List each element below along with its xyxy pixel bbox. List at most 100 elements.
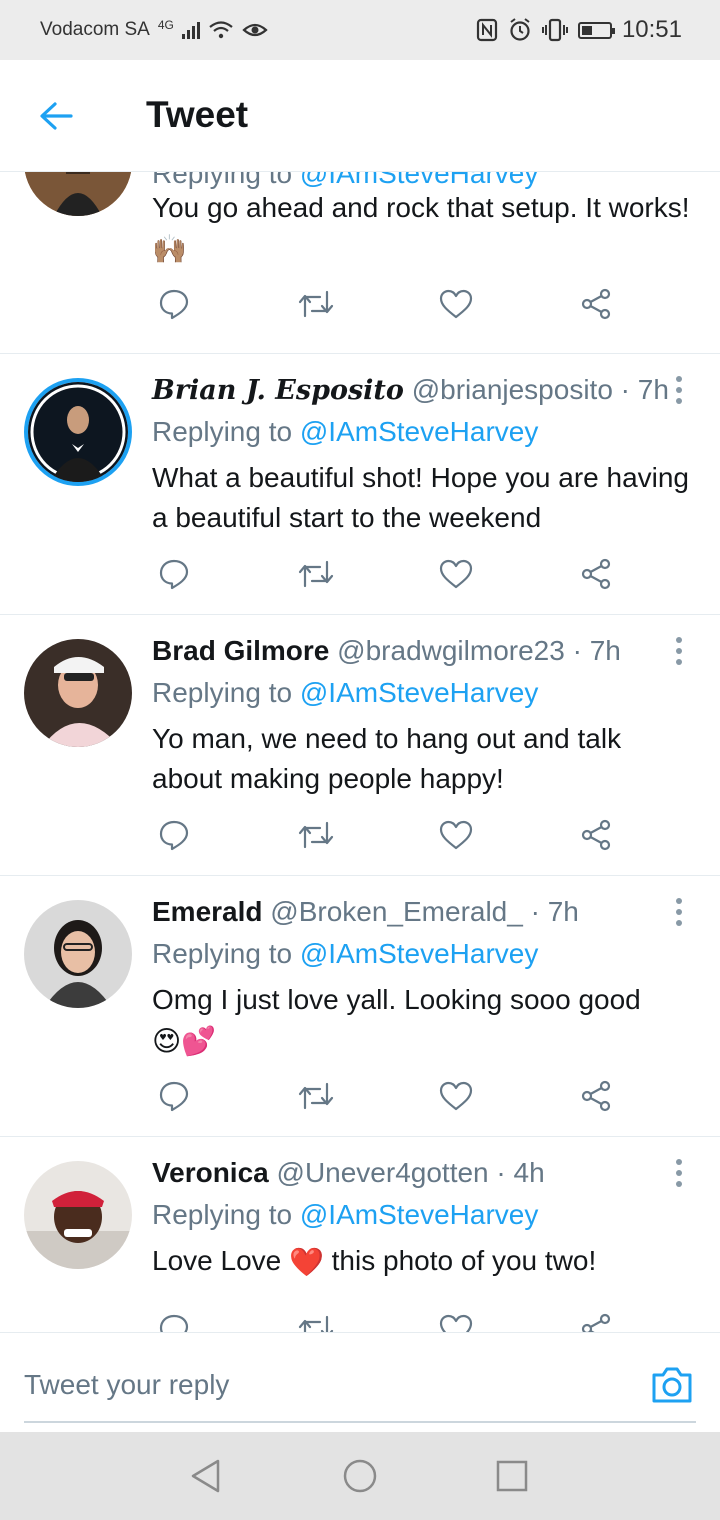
- share-button[interactable]: [574, 815, 618, 855]
- avatar[interactable]: [24, 1161, 132, 1269]
- reply-composer: [0, 1332, 720, 1432]
- replying-to: Replying to @IAmSteveHarvey: [152, 416, 539, 447]
- display-name[interactable]: Brian J. Esposito: [152, 375, 404, 406]
- retweet-button[interactable]: [294, 284, 338, 324]
- tweet-text: Omg I just love yall. Looking sooo good …: [152, 984, 641, 1057]
- red-heart-emoji: ❤️: [289, 1246, 324, 1278]
- network-type: 4G: [157, 17, 174, 32]
- like-icon: [439, 1314, 473, 1332]
- nfc-icon: [476, 18, 498, 42]
- eye-comfort-icon: [242, 23, 268, 37]
- reply-button[interactable]: [152, 1309, 196, 1332]
- reply-button[interactable]: [152, 284, 196, 324]
- tweet-header: Brian J. Esposito @brianjesposito · 7h: [152, 374, 669, 406]
- wifi-icon: [209, 21, 233, 39]
- share-icon: [581, 819, 611, 851]
- share-button[interactable]: [574, 284, 618, 324]
- reply-icon: [159, 1314, 189, 1332]
- camera-button[interactable]: [650, 1365, 694, 1405]
- display-name[interactable]: Veronica: [152, 1157, 269, 1188]
- more-options-icon[interactable]: [664, 631, 694, 671]
- tweet-text: What a beautiful shot! Hope you are havi…: [152, 462, 690, 533]
- retweet-button[interactable]: [294, 815, 338, 855]
- reply-input-underline: [24, 1421, 696, 1423]
- status-right: 10:51: [476, 16, 682, 44]
- system-nav-bar: [0, 1432, 720, 1520]
- handle-and-time[interactable]: @Unever4gotten · 4h: [277, 1157, 545, 1188]
- reply-button[interactable]: [152, 815, 196, 855]
- tweet-header: Brad Gilmore @bradwgilmore23 · 7h: [152, 635, 621, 667]
- avatar[interactable]: [24, 378, 132, 486]
- display-name[interactable]: Emerald: [152, 896, 263, 927]
- reply-icon: [159, 289, 189, 320]
- alarm-icon: [510, 18, 530, 41]
- like-icon: [439, 289, 473, 319]
- back-button[interactable]: [36, 96, 76, 136]
- nav-back-button[interactable]: [188, 1458, 224, 1494]
- tweet-actions: [152, 815, 622, 855]
- share-button[interactable]: [574, 554, 618, 594]
- like-button[interactable]: [434, 815, 478, 855]
- avatar[interactable]: [24, 900, 132, 1008]
- camera-icon: [652, 1367, 692, 1403]
- raised-hands-emoji: 🙌🏽: [152, 233, 187, 265]
- replying-to: Replying to @IAmSteveHarvey: [152, 1199, 539, 1230]
- nav-home-button[interactable]: [342, 1458, 378, 1494]
- nav-recents-button[interactable]: [494, 1458, 530, 1494]
- handle-and-time[interactable]: @Broken_Emerald_ · 7h: [270, 896, 579, 927]
- display-name[interactable]: Brad Gilmore: [152, 635, 329, 666]
- share-icon: [581, 1313, 611, 1332]
- mention-link[interactable]: @IAmSteveHarvey: [300, 1199, 539, 1230]
- reply-button[interactable]: [152, 554, 196, 594]
- tweet-actions: [152, 284, 622, 324]
- tweet-actions: [152, 554, 622, 594]
- replying-to: Replying to @IAmSteveHarvey: [152, 677, 539, 708]
- tweet-item[interactable]: Emerald @Broken_Emerald_ · 7h Replying t…: [0, 876, 720, 1137]
- share-icon: [581, 288, 611, 320]
- tweet-actions: [152, 1076, 622, 1116]
- retweet-button[interactable]: [294, 554, 338, 594]
- more-options-icon[interactable]: [664, 1153, 694, 1193]
- retweet-button[interactable]: [294, 1076, 338, 1116]
- tweet-text: You go ahead and rock that setup. It wor…: [152, 192, 690, 265]
- reply-input[interactable]: [24, 1363, 584, 1407]
- app-header: Tweet: [0, 60, 720, 172]
- reply-icon: [159, 559, 189, 590]
- share-button[interactable]: [574, 1309, 618, 1332]
- tweet-item[interactable]: Brian J. Esposito @brianjesposito · 7h R…: [0, 354, 720, 615]
- mention-link[interactable]: @IAmSteveHarvey: [300, 677, 539, 708]
- mention-link[interactable]: @IAmSteveHarvey: [300, 172, 539, 189]
- more-options-icon[interactable]: [664, 892, 694, 932]
- handle-and-time[interactable]: @brianjesposito · 7h: [412, 374, 669, 405]
- tweet-item[interactable]: Veronica @Unever4gotten · 4h Replying to…: [0, 1137, 720, 1332]
- tweet-text: Love Love ❤️ this photo of you two!: [152, 1245, 597, 1278]
- tweet-item[interactable]: Replying to @IAmSteveHarvey You go ahead…: [0, 172, 720, 354]
- retweet-button[interactable]: [294, 1309, 338, 1332]
- retweet-icon: [298, 290, 334, 318]
- handle-and-time[interactable]: @bradwgilmore23 · 7h: [337, 635, 621, 666]
- like-icon: [439, 820, 473, 850]
- share-button[interactable]: [574, 1076, 618, 1116]
- like-button[interactable]: [434, 1076, 478, 1116]
- tweet-item[interactable]: Brad Gilmore @bradwgilmore23 · 7h Replyi…: [0, 615, 720, 876]
- like-icon: [439, 1081, 473, 1111]
- reply-icon: [159, 820, 189, 851]
- page-title: Tweet: [146, 94, 249, 135]
- signal-bars-icon: [181, 21, 200, 39]
- mention-link[interactable]: @IAmSteveHarvey: [300, 938, 539, 969]
- like-button[interactable]: [434, 1309, 478, 1332]
- like-button[interactable]: [434, 284, 478, 324]
- avatar[interactable]: [24, 172, 132, 216]
- mention-link[interactable]: @IAmSteveHarvey: [300, 416, 539, 447]
- more-options-icon[interactable]: [664, 370, 694, 410]
- reply-button[interactable]: [152, 1076, 196, 1116]
- tweet-header: Veronica @Unever4gotten · 4h: [152, 1157, 545, 1189]
- retweet-icon: [298, 1315, 334, 1332]
- reply-icon: [159, 1081, 189, 1112]
- share-icon: [581, 1080, 611, 1112]
- back-triangle-icon: [191, 1459, 220, 1493]
- avatar[interactable]: [24, 639, 132, 747]
- like-button[interactable]: [434, 554, 478, 594]
- tweet-header: Emerald @Broken_Emerald_ · 7h: [152, 896, 579, 928]
- status-left: Vodacom SA 4G: [40, 18, 268, 42]
